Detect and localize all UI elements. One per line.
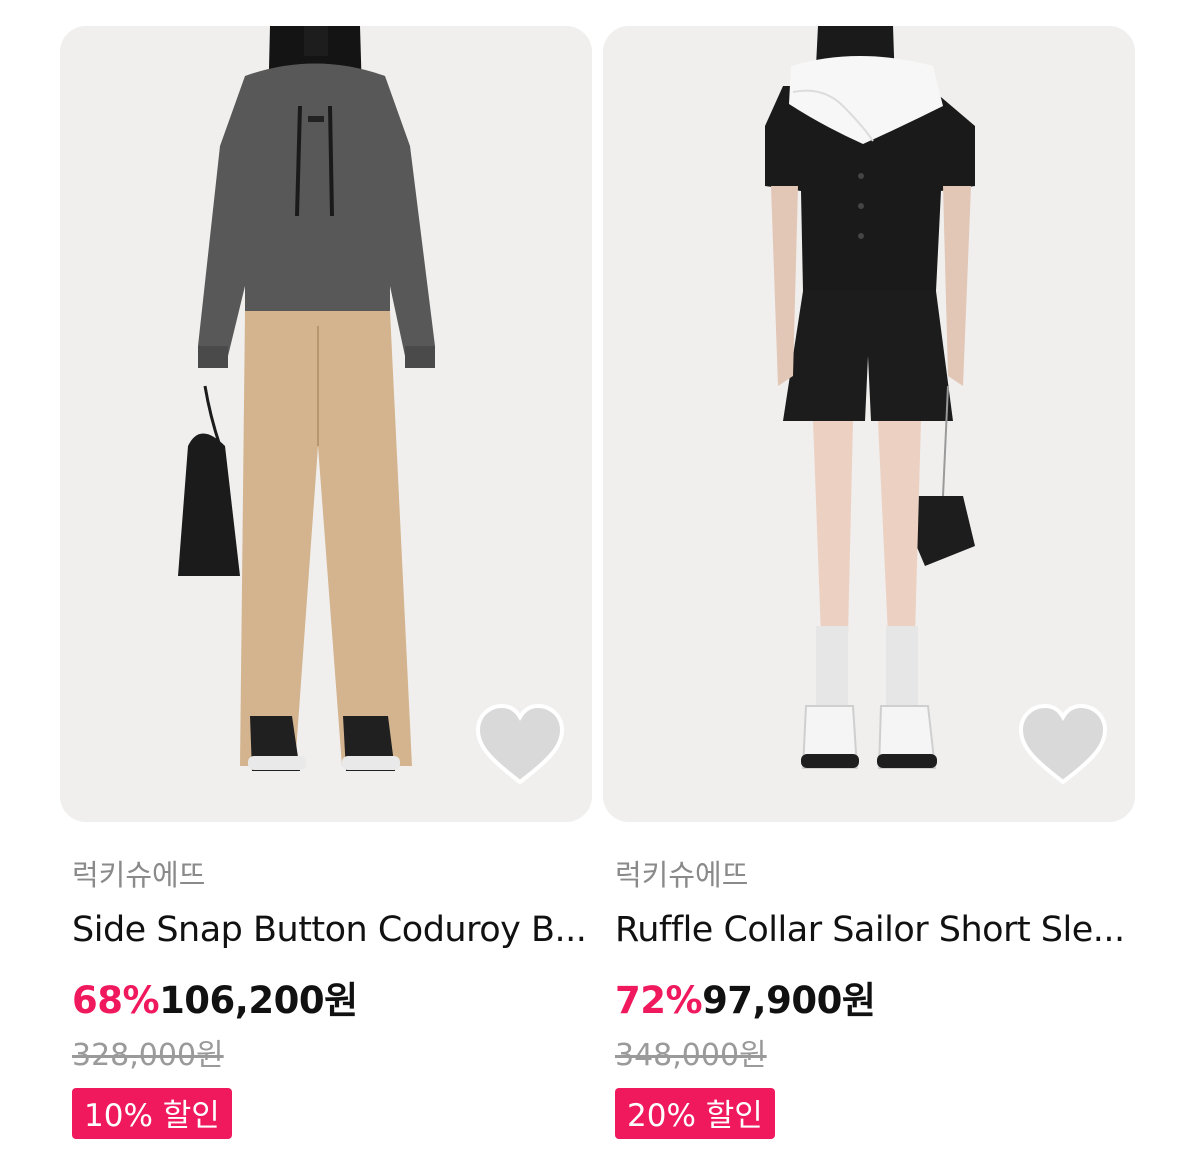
product-title[interactable]: Side Snap Button Coduroy B...	[72, 910, 587, 950]
original-price: 348,000원	[615, 1038, 767, 1073]
original-price: 328,000원	[72, 1038, 224, 1073]
heart-icon[interactable]	[474, 702, 566, 786]
sale-price: 106,200원	[159, 979, 358, 1022]
sale-price: 97,900원	[702, 979, 876, 1022]
discount-rate: 72%	[615, 979, 703, 1022]
coupon-badge: 10% 할인	[72, 1088, 232, 1139]
price-row: 72%97,900원	[615, 970, 876, 1024]
price-row: 68%106,200원	[72, 970, 358, 1024]
brand-name: 럭키슈에뜨	[615, 858, 749, 892]
brand-name: 럭키슈에뜨	[72, 858, 206, 892]
product-card[interactable]: 럭키슈에뜨 Side Snap Button Coduroy B... 68%1…	[60, 26, 592, 1139]
product-image[interactable]	[60, 26, 592, 822]
heart-icon[interactable]	[1017, 702, 1109, 786]
discount-rate: 68%	[72, 979, 160, 1022]
product-card[interactable]: 럭키슈에뜨 Ruffle Collar Sailor Short Sle... …	[603, 26, 1135, 1139]
product-image[interactable]	[603, 26, 1135, 822]
product-title[interactable]: Ruffle Collar Sailor Short Sle...	[615, 910, 1125, 950]
coupon-badge: 20% 할인	[615, 1088, 775, 1139]
